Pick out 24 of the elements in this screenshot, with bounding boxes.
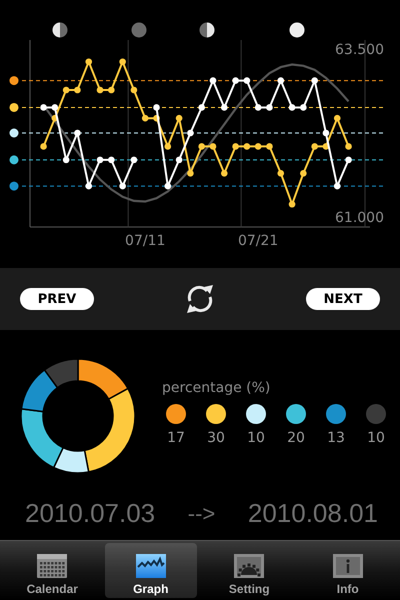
calendar-icon [36, 553, 68, 579]
gear-icon [233, 553, 266, 579]
legend-title: percentage (%) [162, 380, 272, 396]
graph-icon [134, 553, 167, 579]
range-arrow: --> [188, 500, 216, 526]
tick-label: 61.000 [335, 210, 384, 226]
legend-value: 17 [167, 430, 185, 446]
tick-label: 07/11 [125, 233, 166, 249]
tick-label: 63.500 [335, 42, 384, 58]
legend-value: 10 [367, 430, 385, 446]
next-button[interactable]: NEXT [306, 288, 380, 310]
end-date: 2010.08.01 [248, 498, 378, 529]
tab[interactable]: Calendar [6, 543, 98, 598]
tab[interactable]: Graph [104, 543, 197, 598]
tab[interactable]: Info [302, 543, 394, 598]
legend-value: 30 [207, 430, 225, 446]
info-icon [332, 553, 364, 579]
legend-value: 10 [247, 430, 265, 446]
legend-value: 20 [287, 430, 305, 446]
tab[interactable]: Setting [203, 543, 296, 598]
prev-button[interactable]: PREV [20, 288, 94, 310]
tick-label: 07/21 [238, 233, 278, 249]
legend-value: 13 [327, 430, 345, 446]
start-date: 2010.07.03 [25, 498, 156, 529]
